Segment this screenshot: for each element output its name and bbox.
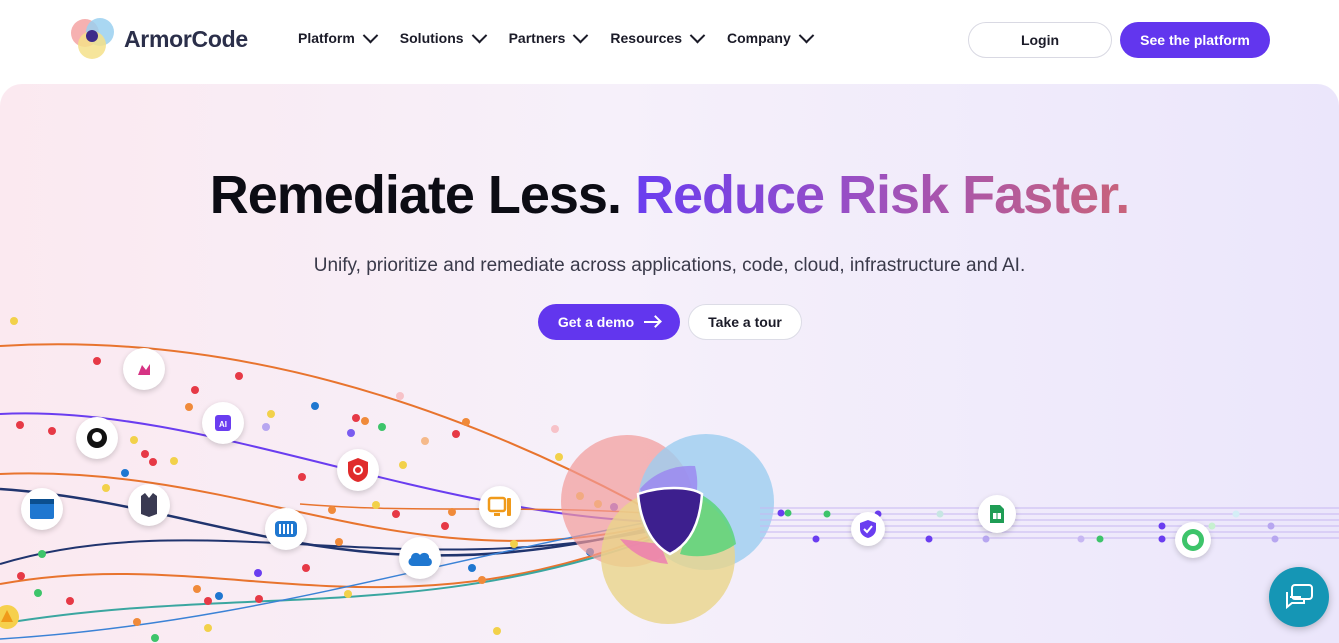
hero-subtitle: Unify, prioritize and remediate across a… — [313, 255, 1026, 276]
take-tour-button[interactable]: Take a tour — [688, 304, 802, 340]
chevron-down-icon — [362, 27, 379, 43]
get-demo-label: Get a demo — [557, 314, 635, 330]
nav-label: Company — [726, 30, 791, 46]
sheet-icon — [978, 495, 1016, 533]
user-icon — [1175, 522, 1211, 558]
qualys-icon — [337, 449, 379, 491]
github-icon — [76, 417, 118, 459]
kubernetes-icon — [265, 508, 307, 550]
jenkins-icon — [128, 484, 170, 526]
cloud-icon — [399, 537, 441, 579]
login-button[interactable]: Login — [968, 22, 1112, 58]
nav-label: Resources — [610, 30, 682, 46]
nav-label: Platform — [298, 30, 355, 46]
chevron-down-icon — [573, 27, 589, 43]
ai-chip-icon: AI — [202, 402, 244, 444]
arrow-right-icon — [644, 321, 661, 323]
main-nav: Platform Solutions Partners Resources Co… — [298, 27, 815, 46]
nav-label: Partners — [508, 30, 566, 46]
nav-partners[interactable]: Partners — [508, 27, 589, 46]
top-navigation: ArmorCode Platform Solutions Partners Re… — [0, 0, 1339, 84]
hero-title-plain: Remediate Less. — [209, 165, 622, 225]
hero-title-gradient: Reduce Risk Faster. — [634, 165, 1130, 225]
hero-section: Remediate Less. Reduce Risk Faster. Unif… — [0, 84, 1339, 643]
nav-solutions[interactable]: Solutions — [399, 27, 487, 46]
nav-label: Solutions — [399, 30, 464, 46]
chevron-down-icon — [471, 27, 487, 43]
brand-name: ArmorCode — [124, 25, 248, 52]
server-icon — [479, 486, 521, 528]
shield-icon — [851, 512, 885, 546]
app-icon — [123, 348, 165, 390]
brand-logo[interactable]: ArmorCode — [70, 18, 248, 60]
get-demo-button[interactable]: Get a demo — [538, 304, 680, 340]
logo-mark-icon — [70, 18, 116, 60]
warning-icon — [0, 604, 22, 635]
chevron-down-icon — [798, 27, 815, 43]
chat-icon — [1286, 584, 1313, 610]
hero-title: Remediate Less. Reduce Risk Faster. — [0, 164, 1339, 226]
chat-launcher-button[interactable] — [1269, 567, 1329, 627]
nav-resources[interactable]: Resources — [610, 27, 706, 46]
calendar-app-icon — [21, 488, 63, 530]
svg-text:AI: AI — [219, 420, 227, 429]
nav-company[interactable]: Company — [726, 27, 815, 46]
chevron-down-icon — [689, 27, 706, 43]
nav-platform[interactable]: Platform — [298, 27, 379, 46]
see-platform-button[interactable]: See the platform — [1120, 22, 1270, 58]
